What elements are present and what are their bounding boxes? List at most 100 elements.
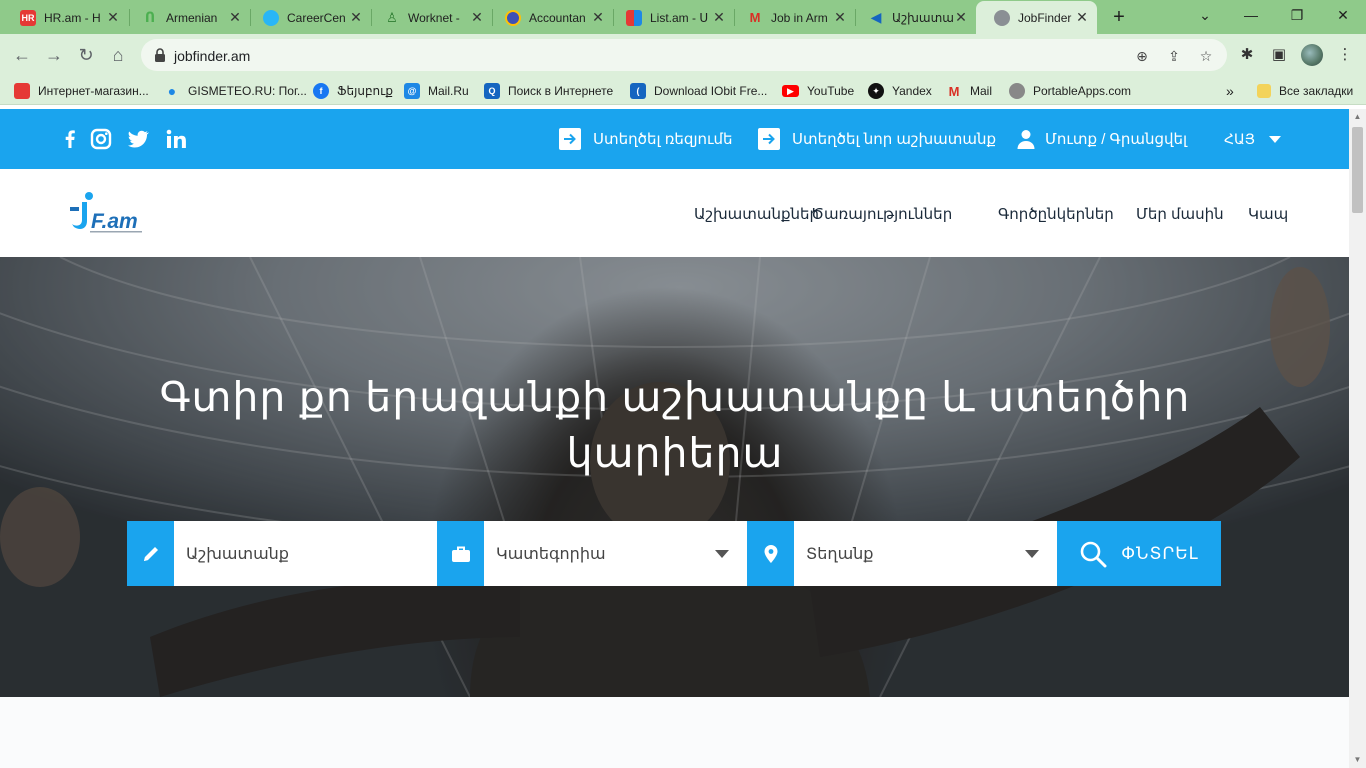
scrollbar-thumb[interactable] bbox=[1352, 127, 1363, 213]
extensions-icon[interactable]: ✱ bbox=[1236, 44, 1258, 66]
side-panel-icon[interactable]: ▣ bbox=[1268, 44, 1290, 66]
close-icon[interactable]: ✕ bbox=[470, 9, 484, 26]
reload-button[interactable]: ↻ bbox=[72, 41, 100, 69]
fish-favicon-icon: ◀ bbox=[870, 9, 882, 25]
main-navigation: F.am Աշխատանքներ Ծառայություններ Գործընկ… bbox=[0, 169, 1349, 257]
page-viewport: Ստեղծել ռեզյումե Ստեղծել նոր աշխատանք Մո… bbox=[0, 109, 1349, 768]
tab-jobfinder[interactable]: JobFinder ✕ bbox=[976, 1, 1097, 34]
scroll-up-icon[interactable]: ▲ bbox=[1349, 109, 1366, 125]
user-icon bbox=[1017, 130, 1035, 149]
new-tab-button[interactable]: + bbox=[1106, 4, 1132, 30]
briefcase-icon bbox=[437, 521, 484, 586]
bookmark-item[interactable]: ( Download IObit Fre... bbox=[630, 82, 767, 100]
job-keyword-placeholder: Աշխատանք bbox=[186, 545, 289, 563]
map-pin-icon bbox=[747, 521, 794, 586]
location-placeholder: Տեղանք bbox=[806, 545, 874, 563]
page-scrollbar[interactable]: ▲ ▼ bbox=[1349, 109, 1366, 768]
accountant-favicon-icon bbox=[505, 9, 521, 26]
bookmark-label: Ֆեյսբուք bbox=[337, 84, 394, 98]
home-button[interactable]: ⌂ bbox=[104, 41, 132, 69]
close-icon[interactable]: ✕ bbox=[954, 9, 968, 26]
nav-partners[interactable]: Գործընկերներ bbox=[998, 205, 1114, 223]
nav-services[interactable]: Ծառայություններ bbox=[811, 205, 952, 223]
profile-avatar[interactable] bbox=[1301, 44, 1323, 66]
hr-favicon-icon: HR bbox=[20, 9, 36, 26]
bookmark-label: PortableApps.com bbox=[1033, 84, 1132, 98]
close-icon[interactable]: ✕ bbox=[833, 9, 847, 26]
tab-hr[interactable]: HR HR.am - H ✕ bbox=[2, 4, 128, 31]
close-icon[interactable]: ✕ bbox=[228, 9, 242, 26]
twitter-icon[interactable] bbox=[126, 127, 150, 151]
language-select[interactable]: ՀԱՅ bbox=[1224, 127, 1281, 151]
chevron-down-icon bbox=[715, 550, 729, 558]
bookmark-label: GISMETEO.RU: Пог... bbox=[188, 84, 307, 98]
tab-accountant[interactable]: Accountan ✕ bbox=[487, 4, 613, 31]
menu-icon[interactable]: ⋮ bbox=[1334, 44, 1356, 66]
close-icon[interactable]: ✕ bbox=[591, 9, 605, 26]
job-keyword-input[interactable]: Աշխատանք bbox=[174, 521, 437, 586]
location-select[interactable]: Տեղանք bbox=[794, 521, 1057, 586]
minimize-button[interactable]: — bbox=[1228, 0, 1274, 30]
jobfinder-logo[interactable]: F.am bbox=[62, 191, 146, 235]
weather-icon: ● bbox=[167, 83, 177, 99]
tab-strip: HR HR.am - H ✕ Ո Armenian ✕ CareerCen ✕ … bbox=[0, 0, 1366, 34]
facebook-icon: f bbox=[313, 83, 329, 99]
bookmark-star-icon[interactable]: ☆ bbox=[1197, 47, 1215, 65]
bookmark-item[interactable]: Q Поиск в Интернете bbox=[484, 82, 613, 100]
nav-about[interactable]: Մեր մասին bbox=[1136, 205, 1224, 223]
globe-favicon-icon bbox=[994, 9, 1010, 26]
scroll-down-icon[interactable]: ▼ bbox=[1349, 752, 1366, 768]
back-button[interactable]: ← bbox=[8, 41, 36, 69]
tab-worknet[interactable]: ♙ Worknet - ✕ bbox=[366, 4, 492, 31]
post-resume-link[interactable]: Ստեղծել ռեզյումե bbox=[559, 127, 733, 151]
gmail-icon: M bbox=[948, 83, 960, 99]
post-job-label: Ստեղծել նոր աշխատանք bbox=[792, 131, 997, 148]
tab-job-in-armenia[interactable]: M Job in Arm ✕ bbox=[729, 4, 855, 31]
folder-icon bbox=[1257, 84, 1271, 98]
linkedin-icon[interactable] bbox=[164, 127, 188, 151]
facebook-icon[interactable] bbox=[58, 127, 82, 151]
nav-jobs[interactable]: Աշխատանքներ bbox=[694, 205, 819, 223]
bookmark-item[interactable]: @ Mail.Ru bbox=[404, 82, 469, 100]
restore-button[interactable]: ❐ bbox=[1274, 0, 1320, 30]
iobit-icon: ( bbox=[630, 83, 646, 99]
shop-icon bbox=[14, 83, 30, 99]
zoom-icon[interactable]: ⊕ bbox=[1133, 47, 1151, 65]
bookmark-item[interactable]: ✦ Yandex bbox=[868, 82, 932, 100]
bookmark-label: Yandex bbox=[892, 84, 932, 98]
share-icon[interactable]: ⇪ bbox=[1165, 47, 1183, 65]
close-icon[interactable]: ✕ bbox=[712, 9, 726, 26]
tab-ashkhatanq[interactable]: ◀ Աշխատա ✕ bbox=[850, 4, 976, 31]
address-bar[interactable]: jobfinder.am ⊕ ⇪ ☆ bbox=[141, 39, 1227, 71]
bookmark-label: Mail.Ru bbox=[428, 84, 469, 98]
bookmark-item[interactable]: PortableApps.com bbox=[1009, 82, 1131, 100]
portableapps-icon bbox=[1009, 83, 1025, 99]
bookmarks-overflow-icon[interactable]: » bbox=[1226, 82, 1234, 100]
tab-careercenter[interactable]: CareerCen ✕ bbox=[245, 4, 371, 31]
pencil-icon bbox=[127, 521, 174, 586]
close-icon[interactable]: ✕ bbox=[106, 9, 120, 26]
search-button[interactable]: ՓՆՏՐԵԼ bbox=[1057, 521, 1221, 586]
category-select[interactable]: Կատեգորիա bbox=[484, 521, 747, 586]
hero-title: Գտիր քո երազանքի աշխատանքը և ստեղծիր կար… bbox=[159, 374, 1191, 476]
bookmark-item[interactable]: M Mail bbox=[946, 82, 992, 100]
language-label: ՀԱՅ bbox=[1224, 130, 1255, 147]
close-icon[interactable]: ✕ bbox=[349, 9, 363, 26]
nav-contact[interactable]: Կապ bbox=[1248, 205, 1288, 223]
forward-button[interactable]: → bbox=[40, 41, 68, 69]
all-bookmarks-button[interactable]: Все закладки bbox=[1257, 82, 1353, 100]
url-text[interactable]: jobfinder.am bbox=[174, 48, 250, 64]
post-job-link[interactable]: Ստեղծել նոր աշխատանք bbox=[758, 127, 996, 151]
instagram-icon[interactable] bbox=[89, 127, 113, 151]
tab-listam[interactable]: List.am - Ս ✕ bbox=[608, 4, 734, 31]
bookmark-item[interactable]: Интернет-магазин... bbox=[14, 82, 149, 100]
login-link[interactable]: Մուտք / Գրանցվել bbox=[1017, 127, 1187, 151]
bookmark-item[interactable]: ▶ YouTube bbox=[782, 82, 854, 100]
tab-armenian[interactable]: Ո Armenian ✕ bbox=[124, 4, 250, 31]
careercenter-favicon-icon bbox=[263, 9, 279, 26]
bookmark-item[interactable]: ● GISMETEO.RU: Пог... bbox=[164, 82, 307, 100]
tab-search-icon[interactable]: ⌄ bbox=[1182, 0, 1228, 30]
close-window-button[interactable]: ✕ bbox=[1320, 0, 1366, 30]
bookmark-item[interactable]: f Ֆեյսբուք bbox=[313, 82, 393, 100]
close-icon[interactable]: ✕ bbox=[1075, 9, 1089, 26]
